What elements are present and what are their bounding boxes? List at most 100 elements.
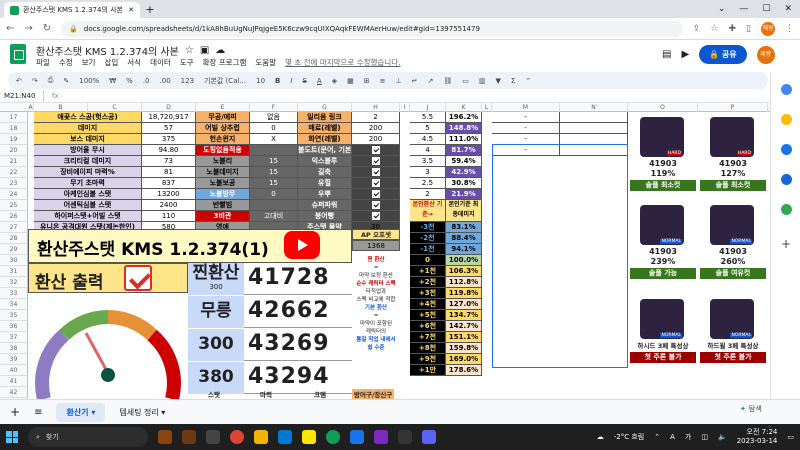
row-header[interactable]: 18 [0,123,28,134]
last-edit-link[interactable]: 몇 초 전에 마지막으로 수정했습니다. [285,57,400,68]
stat-label[interactable]: 애꿎스 스공(헛스공) [34,112,142,123]
reload-button[interactable]: ↻ [43,23,51,34]
buff-label[interactable]: 붕어빵 [298,211,352,222]
option-label[interactable]: 어빌 상추럽 [196,123,250,134]
delta-percent[interactable]: 119.8% [446,288,482,299]
column-header[interactable]: I [400,103,410,112]
mult-step[interactable]: 2.5 [410,178,446,189]
discord-icon[interactable] [422,430,436,444]
increase-decimal-button[interactable]: .00 [160,77,171,85]
keep-icon[interactable] [781,114,792,125]
delta-step[interactable]: +9천 [410,354,446,365]
delta-percent[interactable]: 127.0% [446,299,482,310]
column-header[interactable]: F [250,103,298,112]
stat-label[interactable]: 크리티컬 데미지 [34,156,142,167]
taskbar-search[interactable]: ⌕ 찾기 [28,427,148,447]
menu-view[interactable]: 보기 [82,57,96,68]
row-header[interactable]: 37 [0,332,28,343]
option-value[interactable]: 고대비 [250,211,298,222]
delta-step[interactable]: +5천 [410,310,446,321]
maps-icon[interactable] [781,204,792,215]
n-blank-cell[interactable] [560,123,628,134]
menu-data[interactable]: 데이터 [150,57,171,68]
mult-step[interactable]: 4.5 [410,134,446,145]
stat-value[interactable]: 73 [142,156,196,167]
row-header[interactable]: 38 [0,343,28,354]
column-header[interactable]: M [492,103,560,112]
explorer-icon[interactable] [254,430,268,444]
delta-step[interactable]: +4천 [410,299,446,310]
mult-step[interactable]: 5 [410,123,446,134]
column-header[interactable]: D [142,103,196,112]
delta-step[interactable]: 0 [410,255,446,266]
taskbar-app-game2-icon[interactable] [182,430,196,444]
valign-icon[interactable]: ⊥ [395,77,401,85]
option-value[interactable]: 15 [250,167,298,178]
sheets-logo-icon[interactable] [10,44,26,64]
merge-cells-icon[interactable]: ⊞ [364,77,370,85]
currency-format-button[interactable]: ₩ [109,77,116,85]
buff-value[interactable] [352,145,400,156]
minimize-icon[interactable]: — [739,4,748,14]
extensions-icon[interactable]: ✚ [729,24,737,34]
omnibox[interactable]: 🔒 docs.google.com/spreadsheets/d/1kA8hBu… [61,20,683,37]
delta-step[interactable]: -1천 [410,244,446,255]
italic-button[interactable]: I [290,77,292,85]
buff-label[interactable]: 유힐 [298,178,352,189]
mult-percent[interactable]: 148.8% [446,123,482,134]
menu-tools[interactable]: 도구 [180,57,194,68]
delta-percent[interactable]: 151.1% [446,332,482,343]
buff-checkbox[interactable] [371,190,380,198]
buff-value[interactable] [352,167,400,178]
stat-value[interactable]: 57 [142,123,196,134]
sidepanel-icon[interactable]: ▯ [746,24,751,34]
browser-menu-icon[interactable]: ⋮ [785,24,794,34]
delta-percent[interactable]: 94.1% [446,244,482,255]
row-header[interactable]: 29 [0,244,28,255]
delta-percent[interactable]: 88.4% [446,233,482,244]
delta-step[interactable]: +3천 [410,288,446,299]
option-label[interactable]: 노블데미지 [196,167,250,178]
buff-value[interactable] [352,156,400,167]
buff-value[interactable]: 2 [352,112,400,123]
rotate-icon[interactable]: ↗ [427,77,433,85]
name-box[interactable]: M21:N40 [4,89,44,102]
tasks-icon[interactable] [781,144,792,155]
close-tab-icon[interactable]: ✕ [128,6,134,14]
functions-icon[interactable]: Σ [511,77,515,85]
buff-value[interactable] [352,200,400,211]
row-header[interactable]: 34 [0,299,28,310]
stat-label[interactable]: 장비에이피 마력% [34,167,142,178]
mult-step[interactable]: 5.5 [410,112,446,123]
option-value[interactable]: 없음 [250,112,298,123]
option-value[interactable] [250,145,298,156]
stat-value[interactable]: 81 [142,167,196,178]
row-header[interactable]: 42 [0,387,28,398]
sheet-tab-active[interactable]: 환산기 ▾ [56,402,106,422]
calendar-icon[interactable] [781,84,792,95]
row-header[interactable]: 27 [0,222,28,233]
wrap-icon[interactable]: ↵ [412,77,418,85]
option-label[interactable]: 노블방무 [196,189,250,200]
mult-percent[interactable]: 30.8% [446,178,482,189]
mult-step[interactable]: 3.5 [410,156,446,167]
mult-percent[interactable]: 81.7% [446,145,482,156]
delta-step[interactable]: +1만 [410,365,446,376]
weather-text[interactable]: -2°C 흐림 [614,432,644,442]
tab-search-icon[interactable]: ⌄ [718,4,726,14]
print-icon[interactable]: ⎙ [48,76,54,85]
column-header[interactable]: K [446,103,482,112]
option-value[interactable] [250,200,298,211]
stat-value[interactable]: 18,720,917 [142,112,196,123]
buff-label[interactable]: 일리움 링크 [298,112,352,123]
m-dash-cell[interactable]: - [492,112,560,123]
buff-label[interactable]: 익스블루 [298,156,352,167]
chrome-icon[interactable] [230,430,244,444]
column-header[interactable]: J [410,103,446,112]
stat-value[interactable]: 110 [142,211,196,222]
filter-icon[interactable]: ▼ [495,77,500,85]
stat-value[interactable]: 13200 [142,189,196,200]
delta-step[interactable]: +6천 [410,321,446,332]
value-sub-select[interactable]: 300 [188,283,244,291]
share-button[interactable]: 🔒 공유 [699,45,747,64]
